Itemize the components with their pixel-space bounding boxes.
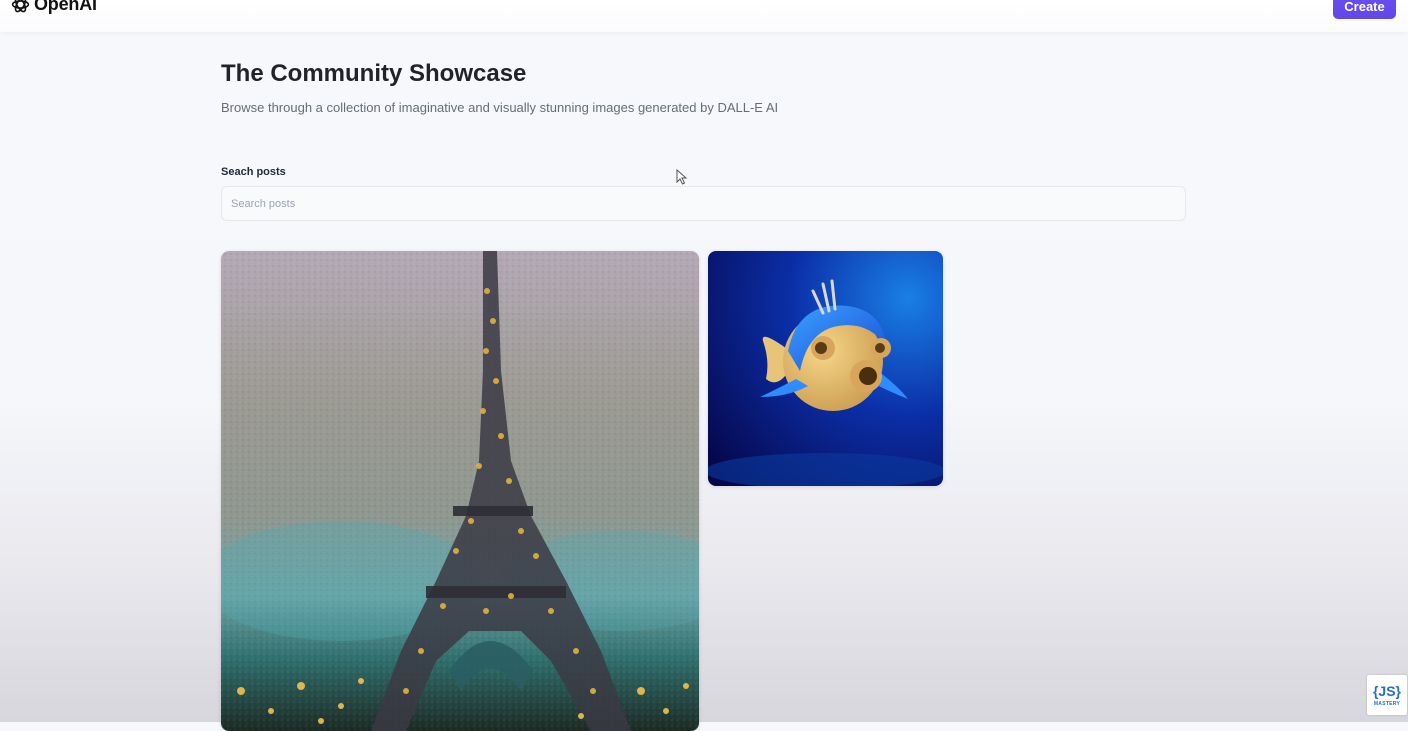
showcase-card-eiffel[interactable]: [221, 251, 699, 731]
logo-text: OpenAI: [34, 0, 97, 14]
search-input[interactable]: [221, 186, 1186, 221]
search-label: Seach posts: [221, 166, 286, 178]
openai-logo-icon: [11, 0, 30, 13]
watermark-sub: MASTERY: [1373, 701, 1401, 707]
page-title: The Community Showcase: [221, 60, 527, 87]
openai-logo[interactable]: OpenAI: [10, 0, 97, 15]
eiffel-tower-image: [221, 251, 699, 731]
showcase-card-fish[interactable]: [708, 251, 943, 486]
mouse-cursor-icon: [676, 169, 688, 185]
page-subtitle: Browse through a collection of imaginati…: [221, 100, 779, 115]
js-mastery-watermark: {JS} MASTERY: [1367, 675, 1407, 715]
watermark-main: {JS}: [1372, 683, 1402, 699]
top-header: OpenAI Create: [0, 0, 1408, 32]
create-button[interactable]: Create: [1333, 0, 1396, 19]
fish-image: [708, 251, 943, 486]
